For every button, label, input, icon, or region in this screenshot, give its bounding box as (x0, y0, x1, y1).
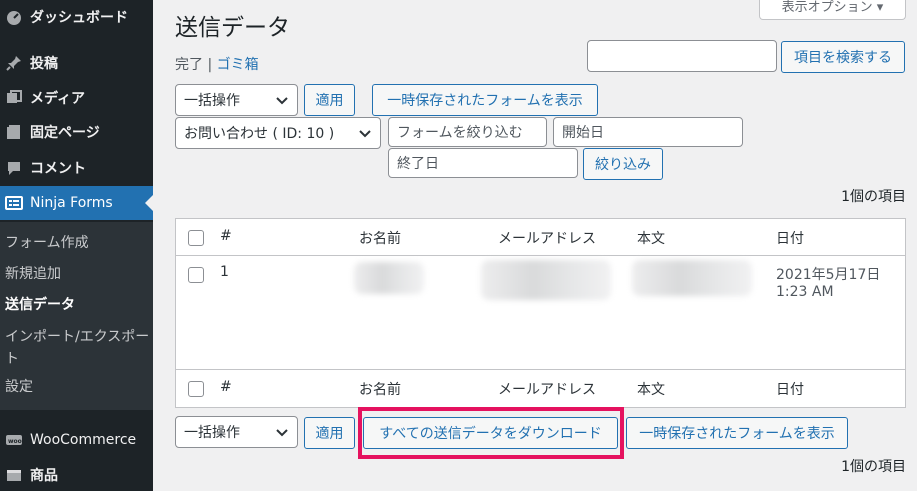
status-trash-link[interactable]: ゴミ箱 (217, 57, 259, 73)
row-date-line2: 1:23 AM (776, 284, 834, 300)
footer-column-date[interactable]: 日付 (776, 379, 804, 399)
bulk-action-value: 一括操作 (184, 425, 240, 441)
sidebar-item-ninja-forms[interactable]: Ninja Forms (0, 186, 153, 220)
footer-column-body[interactable]: 本文 (637, 379, 665, 399)
submenu-item-import-export[interactable]: インポート/エクスポート (5, 326, 150, 370)
products-icon (4, 465, 24, 485)
sidebar-item-posts[interactable]: 投稿 (0, 46, 153, 80)
sidebar-item-label: コメント (30, 161, 86, 177)
item-count-top: 1個の項目 (841, 189, 906, 205)
submenu-item-settings[interactable]: 設定 (5, 377, 150, 397)
sidebar-item-label: メディア (30, 91, 86, 107)
form-select[interactable]: お問い合わせ ( ID: 10 ) (175, 117, 381, 149)
submenu-item-add-new[interactable]: 新規追加 (5, 264, 150, 284)
status-separator: | (207, 57, 213, 73)
media-icon (4, 88, 24, 108)
bulk-action-value: 一括操作 (184, 93, 240, 109)
apply-button-bottom[interactable]: 適用 (304, 417, 355, 449)
select-all-checkbox[interactable] (188, 230, 204, 246)
footer-column-name[interactable]: お名前 (359, 379, 401, 399)
redacted-name (354, 262, 424, 294)
search-input[interactable] (587, 40, 777, 72)
column-header-date[interactable]: 日付 (776, 228, 804, 248)
column-header-id[interactable]: # (220, 228, 232, 244)
dashboard-icon (4, 7, 24, 27)
submenu-item-form-create[interactable]: フォーム作成 (5, 233, 150, 253)
sidebar-item-woocommerce[interactable]: woo WooCommerce (0, 423, 153, 457)
page-icon (4, 122, 24, 142)
chevron-down-icon (276, 97, 288, 105)
start-date-input[interactable]: 開始日 (553, 117, 743, 147)
status-links: 完了 | ゴミ箱 (175, 54, 259, 74)
active-indicator (145, 195, 153, 211)
redacted-body (632, 260, 752, 296)
svg-text:woo: woo (8, 438, 22, 445)
bulk-action-select-top[interactable]: 一括操作 (175, 84, 298, 116)
chevron-down-icon (359, 130, 371, 138)
redacted-email (481, 260, 611, 300)
column-header-email[interactable]: メールアドレス (498, 228, 596, 248)
ninja-forms-submenu: フォーム作成 新規追加 送信データ インポート/エクスポート 設定 (0, 222, 153, 410)
column-header-body[interactable]: 本文 (637, 228, 665, 248)
sidebar-item-label: ダッシュボード (30, 10, 128, 26)
row-date-line1: 2021年5月17日 (776, 267, 881, 283)
submenu-item-submissions[interactable]: 送信データ (5, 295, 150, 315)
screen-options-button[interactable]: 表示オプション ▾ (759, 0, 906, 20)
row-checkbox[interactable] (188, 267, 204, 283)
sidebar-item-dashboard[interactable]: ダッシュボード (0, 0, 153, 34)
comment-icon (4, 158, 24, 178)
main-content: 表示オプション ▾ 送信データ 完了 | ゴミ箱 項目を検索する 一括操作 適用… (153, 0, 917, 491)
table-footer: # お名前 メールアドレス 本文 日付 (176, 369, 905, 407)
sidebar-item-pages[interactable]: 固定ページ (0, 115, 153, 149)
status-complete-link[interactable]: 完了 (175, 57, 203, 73)
apply-button-top[interactable]: 適用 (304, 84, 355, 116)
sidebar-item-label: WooCommerce (30, 432, 137, 448)
submissions-table: # お名前 メールアドレス 本文 日付 1 2021年5月17日 1:23 AM… (175, 218, 906, 408)
end-date-input[interactable]: 終了日 (388, 148, 578, 178)
ninja-forms-icon (4, 193, 24, 213)
form-select-value: お問い合わせ ( ID: 10 ) (184, 126, 335, 142)
footer-column-email[interactable]: メールアドレス (498, 379, 596, 399)
search-button[interactable]: 項目を検索する (781, 41, 905, 73)
pin-icon (4, 53, 24, 73)
column-header-name[interactable]: お名前 (359, 228, 401, 248)
admin-sidebar: ダッシュボード 投稿 メディア 固定ページ コメント Ninja Forms フ… (0, 0, 153, 491)
chevron-down-icon (276, 429, 288, 437)
item-count-bottom: 1個の項目 (841, 459, 906, 475)
bulk-action-select-bottom[interactable]: 一括操作 (175, 416, 298, 448)
select-all-checkbox-footer[interactable] (188, 381, 204, 397)
table-header: # お名前 メールアドレス 本文 日付 (176, 219, 905, 256)
show-saved-forms-button-top[interactable]: 一時保存されたフォームを表示 (372, 84, 598, 116)
highlight-box (358, 407, 624, 459)
sidebar-item-label: 商品 (30, 468, 58, 484)
sidebar-item-label: Ninja Forms (30, 195, 113, 211)
page-title: 送信データ (175, 15, 290, 41)
table-row[interactable]: 1 2021年5月17日 1:23 AM (176, 256, 905, 369)
filter-button[interactable]: 絞り込み (583, 148, 663, 180)
sidebar-item-products[interactable]: 商品 (0, 458, 153, 491)
woocommerce-icon: woo (4, 430, 24, 450)
footer-column-id[interactable]: # (220, 379, 232, 395)
filter-form-input[interactable]: フォームを絞り込む (388, 117, 547, 147)
sidebar-item-label: 固定ページ (30, 125, 100, 141)
show-saved-forms-button-bottom[interactable]: 一時保存されたフォームを表示 (626, 417, 848, 449)
sidebar-item-media[interactable]: メディア (0, 81, 153, 115)
row-id[interactable]: 1 (220, 264, 229, 280)
sidebar-item-comments[interactable]: コメント (0, 151, 153, 185)
sidebar-item-label: 投稿 (30, 56, 58, 72)
